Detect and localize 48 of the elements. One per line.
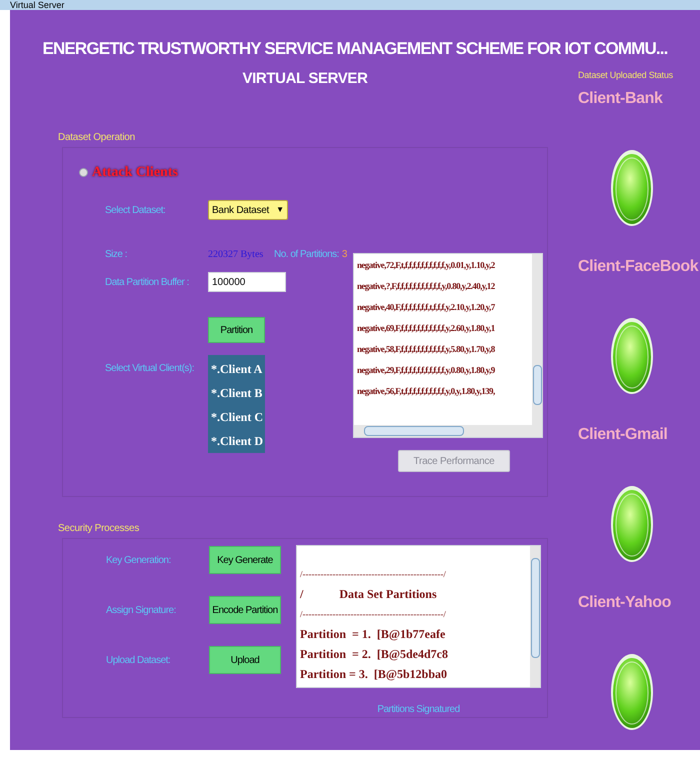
- field-label: Assign Signature:: [106, 604, 177, 618]
- log-line: Partition = 2. [B@5de4d7c8: [300, 646, 449, 663]
- app-subtitle: VIRTUAL SERVER: [242, 68, 368, 88]
- client-name: Client-FaceBook: [578, 256, 698, 276]
- vertical-scrollbar[interactable]: [530, 546, 540, 687]
- status-caption: Partitions Signatured: [377, 703, 460, 717]
- record-line: negative,?,F,f,f,f,f,f,f,f,f,f,f,f,y,0.80,y,2.40,y,12: [357, 280, 496, 293]
- field-label: Size :: [105, 248, 128, 262]
- action-button[interactable]: Upload: [209, 646, 281, 674]
- field-label: Data Partition Buffer :: [105, 276, 190, 290]
- client-list-item[interactable]: *.Client D: [208, 429, 265, 453]
- record-line: negative,72,F,t,f,f,f,f,f,f,f,f,f,f,y,0.01,y,1.10,y,2: [357, 259, 496, 272]
- record-line: negative,69,F,f,f,f,f,f,f,f,f,f,f,f,y,2.60,y,1.80,y,1: [357, 322, 496, 335]
- status-heading: Dataset Uploaded Status: [578, 69, 674, 82]
- field-label: Select Virtual Client(s):: [105, 362, 196, 376]
- record-line: negative,29,F,f,f,f,f,f,f,f,f,f,f,f,y,0.80,y,1.80,y,9: [357, 364, 496, 377]
- client-name: Client-Bank: [578, 88, 664, 108]
- vertical-scrollbar[interactable]: [532, 254, 542, 425]
- partitions-value: 3: [342, 248, 348, 262]
- client-list-item[interactable]: *.Client B: [208, 381, 265, 405]
- partition-button[interactable]: Partition: [208, 317, 265, 343]
- log-line: / Data Set Partitions: [300, 586, 438, 603]
- radio-button[interactable]: [79, 168, 88, 177]
- client-list-item[interactable]: *.Client C: [208, 405, 265, 429]
- buffer-field[interactable]: 100000: [208, 272, 286, 292]
- section-heading: Security Processes: [58, 522, 140, 536]
- dataset-dropdown[interactable]: Bank Dataset ▼: [208, 200, 288, 220]
- window-title: Virtual Server: [10, 1, 64, 10]
- field-label: Select Dataset:: [105, 204, 166, 218]
- record-line: negative,56,F,t,f,f,f,f,f,f,f,f,f,f,y,0,y,1.80,y,139,: [357, 385, 496, 398]
- log-line: /-----------------------------------------------/: [300, 568, 447, 581]
- action-button[interactable]: Encode Partition: [209, 596, 281, 624]
- log-line: Partition = 3. [B@5b12bba0: [300, 666, 448, 683]
- field-label: No. of Partitions:: [274, 248, 339, 262]
- client-name: Client-Gmail: [578, 424, 668, 444]
- field-label: Upload Dataset:: [106, 654, 172, 668]
- app-title: ENERGETIC TRUSTWORTHY SERVICE MANAGEMENT SCHEME FOR IOT COMMU...: [42, 38, 668, 60]
- record-line: negative,40,F,f,f,f,f,f,f,f,t,f,f,f,y,2.10,y,1.20,y,7: [357, 301, 496, 314]
- size-value: 220327 Bytes: [208, 248, 264, 262]
- client-list-item[interactable]: *.Client A: [208, 357, 265, 381]
- field-label: Key Generation:: [106, 554, 172, 568]
- record-line: negative,58,F,f,f,f,f,f,f,f,f,f,f,f,y,5.80,y,1.70,y,8: [357, 343, 496, 356]
- section-heading: Dataset Operation: [58, 131, 136, 145]
- log-line: Partition = 1. [B@1b77eafe: [300, 626, 446, 643]
- log-line: /-----------------------------------------------/: [300, 608, 447, 621]
- client-name: Client-Yahoo: [578, 592, 672, 612]
- action-button[interactable]: Key Generate: [209, 546, 281, 574]
- horizontal-scrollbar[interactable]: [354, 425, 542, 437]
